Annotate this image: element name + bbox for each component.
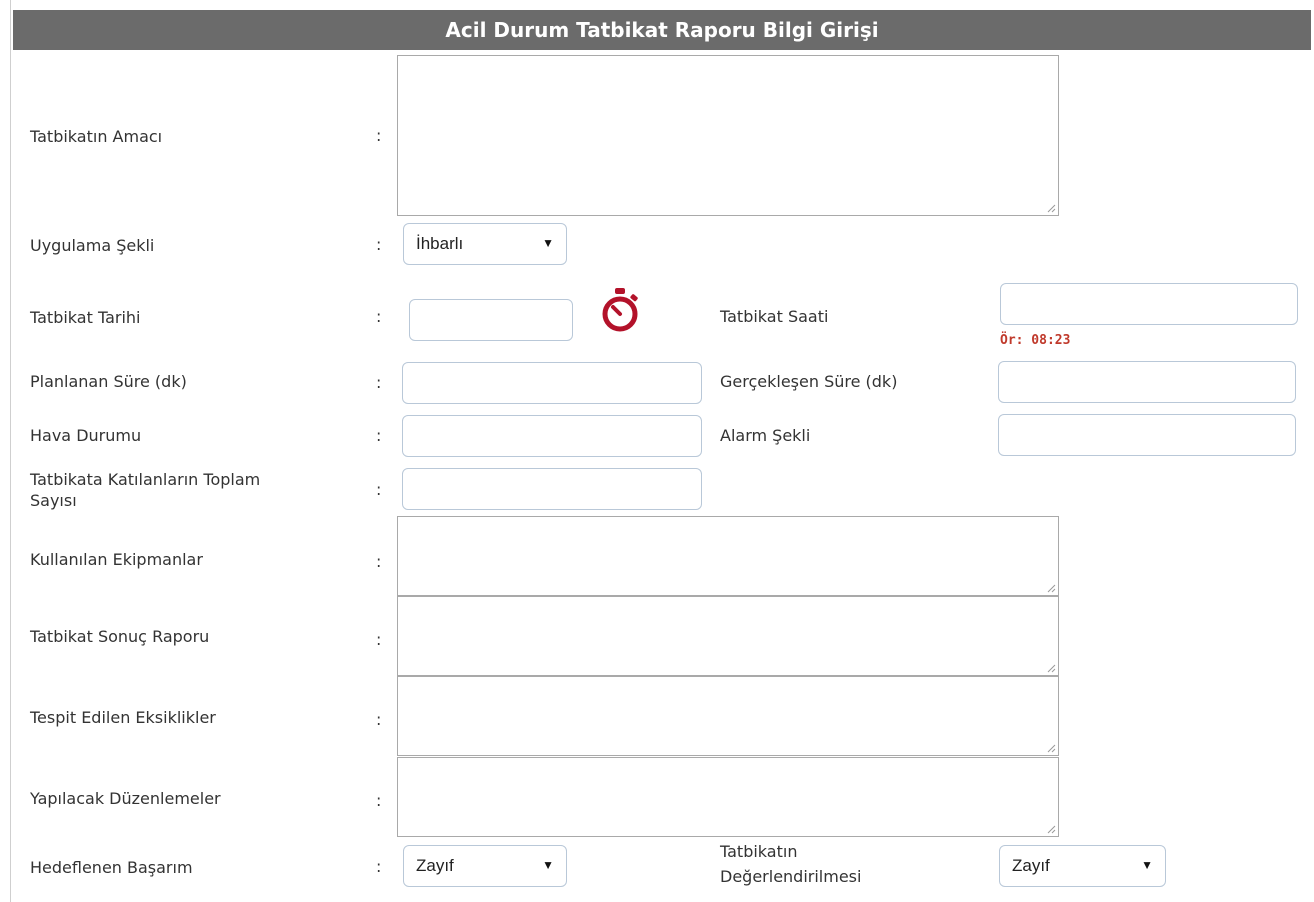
saat-hint: Ör: 08:23: [1000, 333, 1071, 348]
form-header: Acil Durum Tatbikat Raporu Bilgi Girişi: [13, 10, 1311, 50]
colon: :: [376, 552, 382, 571]
tarih-input[interactable]: [409, 299, 573, 341]
colon: :: [376, 791, 382, 810]
ekipman-textarea[interactable]: [397, 516, 1059, 596]
label-hava: Hava Durumu: [30, 426, 142, 445]
label-degerlendirme-line2: Değerlendirilmesi: [720, 867, 862, 886]
degerlendirme-selected: Zayıf: [1012, 856, 1050, 875]
label-eksik: Tespit Edilen Eksiklikler: [30, 708, 216, 727]
colon: :: [376, 235, 382, 254]
resize-grip-icon[interactable]: [1046, 824, 1056, 834]
resize-grip-icon[interactable]: [1046, 663, 1056, 673]
resize-grip-icon[interactable]: [1046, 203, 1056, 213]
label-planlanan: Planlanan Süre (dk): [30, 372, 187, 391]
label-tarih: Tatbikat Tarihi: [30, 308, 141, 327]
saat-input[interactable]: [1000, 283, 1298, 325]
colon: :: [376, 857, 382, 876]
gerceklesen-input[interactable]: [998, 361, 1296, 403]
label-gerceklesen: Gerçekleşen Süre (dk): [720, 372, 898, 391]
colon: :: [376, 480, 382, 499]
label-katilan-line1: Tatbikata Katılanların Toplam: [30, 470, 261, 489]
label-katilan-line2: Sayısı: [30, 491, 77, 510]
resize-grip-icon[interactable]: [1046, 743, 1056, 753]
alarm-input[interactable]: [998, 414, 1296, 456]
amac-textarea[interactable]: [397, 55, 1059, 216]
resize-grip-icon[interactable]: [1046, 583, 1056, 593]
uygulama-selected: İhbarlı: [416, 234, 464, 253]
label-basarim: Hedeflenen Başarım: [30, 858, 193, 877]
colon: :: [376, 373, 382, 392]
hava-input[interactable]: [402, 415, 702, 457]
eksik-textarea[interactable]: [397, 676, 1059, 756]
label-alarm: Alarm Şekli: [720, 426, 811, 445]
label-duzenleme: Yapılacak Düzenlemeler: [30, 789, 221, 808]
colon: :: [376, 426, 382, 445]
sonuc-textarea[interactable]: [397, 596, 1059, 676]
label-sonuc: Tatbikat Sonuç Raporu: [30, 627, 210, 646]
basarim-selected: Zayıf: [416, 856, 454, 875]
katilan-input[interactable]: [402, 468, 702, 510]
caret-down-icon: ▼: [542, 236, 554, 250]
stopwatch-icon[interactable]: [598, 286, 642, 336]
duzenleme-textarea[interactable]: [397, 757, 1059, 837]
label-amac: Tatbikatın Amacı: [30, 127, 163, 146]
form-title: Acil Durum Tatbikat Raporu Bilgi Girişi: [445, 18, 879, 42]
label-degerlendirme-line1: Tatbikatın: [720, 842, 798, 861]
label-ekipman: Kullanılan Ekipmanlar: [30, 550, 203, 569]
planlanan-input[interactable]: [402, 362, 702, 404]
label-saat: Tatbikat Saati: [720, 307, 829, 326]
degerlendirme-select[interactable]: Zayıf ▼: [999, 845, 1166, 887]
colon: :: [376, 710, 382, 729]
label-uygulama: Uygulama Şekli: [30, 236, 155, 255]
caret-down-icon: ▼: [1141, 858, 1153, 872]
basarim-select[interactable]: Zayıf ▼: [403, 845, 567, 887]
uygulama-select[interactable]: İhbarlı ▼: [403, 223, 567, 265]
left-border: [10, 0, 11, 902]
colon: :: [376, 307, 382, 326]
colon: :: [376, 126, 382, 145]
colon: :: [376, 630, 382, 649]
caret-down-icon: ▼: [542, 858, 554, 872]
